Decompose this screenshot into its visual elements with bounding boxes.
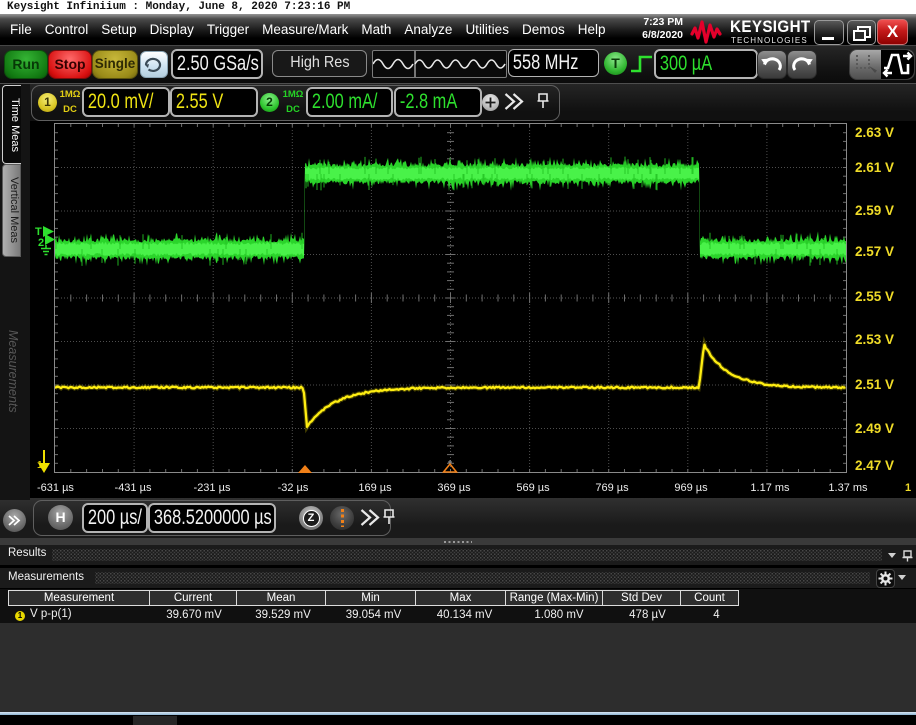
- svg-text:2: 2: [38, 237, 44, 249]
